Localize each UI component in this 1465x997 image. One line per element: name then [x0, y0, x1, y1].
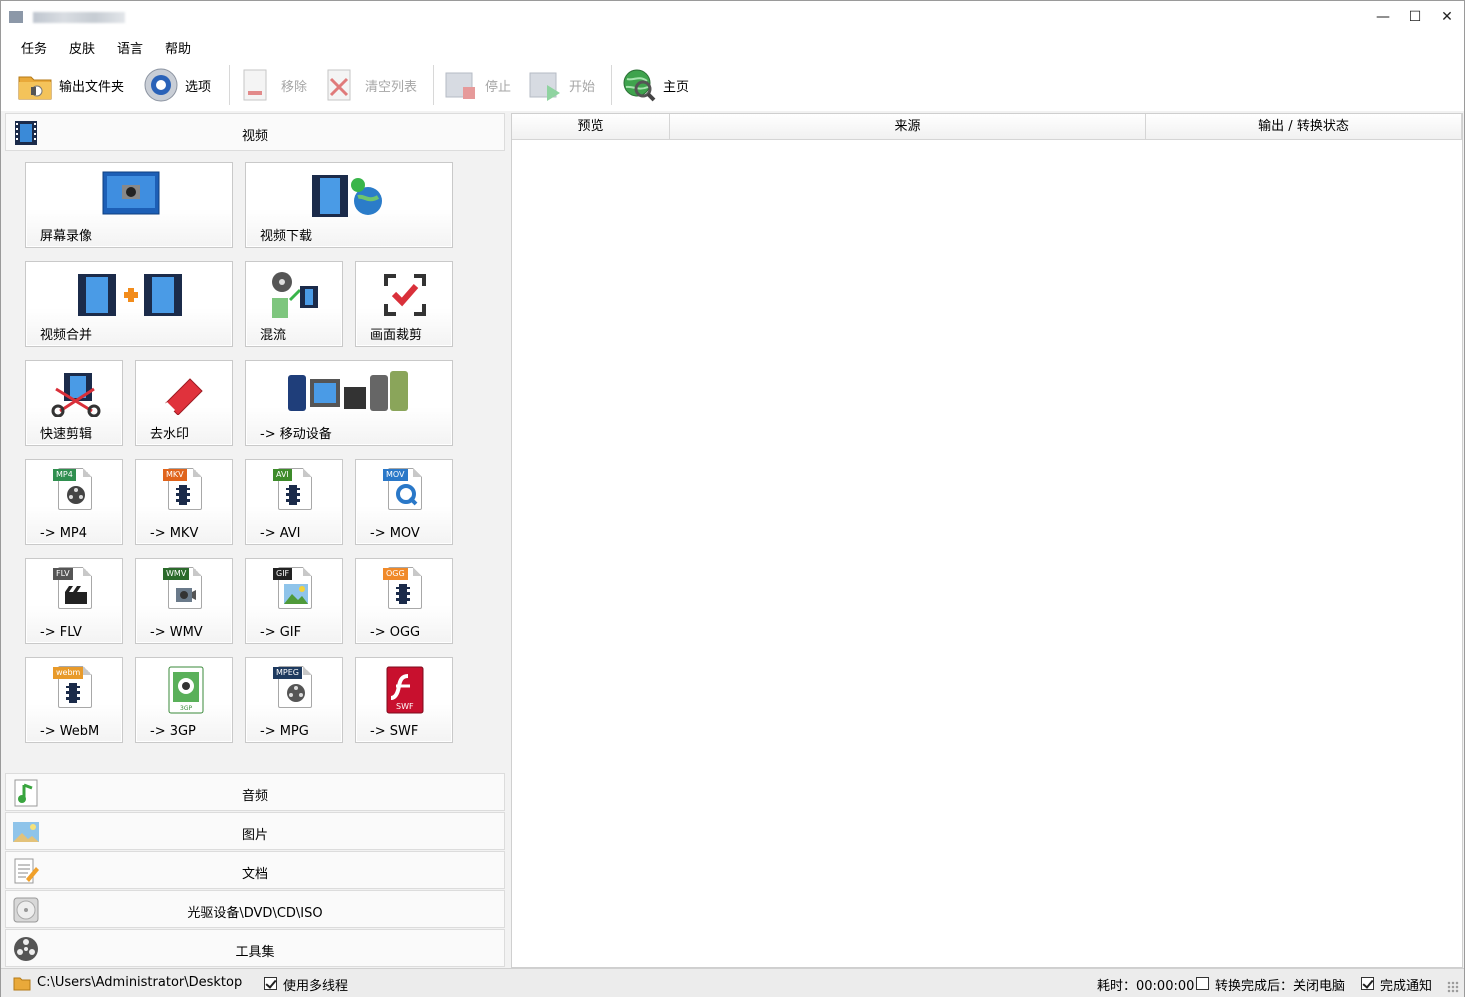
category-image[interactable]: 图片	[5, 812, 505, 850]
gear-icon	[143, 67, 179, 103]
toolbar-separator	[611, 65, 612, 105]
clear-list-button[interactable]: 清空列表	[323, 65, 417, 105]
wmv-tile[interactable]: WMV -> WMV	[135, 558, 233, 644]
home-button[interactable]: 主页	[621, 65, 689, 105]
options-button[interactable]: 选项	[143, 65, 211, 105]
notify-label: 完成通知	[1380, 979, 1433, 994]
stop-button[interactable]: 停止	[443, 65, 511, 105]
remove-watermark-tile[interactable]: 去水印	[135, 360, 233, 446]
menu-language[interactable]: 语言	[117, 38, 143, 57]
remove-button[interactable]: 移除	[239, 65, 307, 105]
svg-text:SWF: SWF	[396, 702, 414, 711]
stop-icon	[443, 67, 479, 103]
mov-tile[interactable]: MOV -> MOV	[355, 459, 453, 545]
app-window: — ☐ ✕ 任务 皮肤 语言 帮助 输出文件夹 选项 移除 清空列表 停止 开始…	[0, 0, 1465, 997]
mux-icon	[268, 270, 322, 324]
remove-icon	[239, 67, 275, 103]
notify-checkbox[interactable]	[1361, 977, 1374, 990]
video-download-tile[interactable]: 视频下载	[245, 162, 453, 248]
webm-file-icon: webm	[53, 666, 92, 708]
clear-icon	[323, 67, 359, 103]
menu-skin[interactable]: 皮肤	[69, 38, 95, 57]
mpg-tile[interactable]: MPEG -> MPG	[245, 657, 343, 743]
after-convert-checkbox[interactable]	[1196, 977, 1209, 990]
menu-task[interactable]: 任务	[21, 38, 47, 57]
menu-bar: 任务 皮肤 语言 帮助	[1, 33, 1464, 59]
screen-record-tile[interactable]: 屏幕录像	[25, 162, 233, 248]
category-video[interactable]: 视频	[5, 113, 505, 151]
video-tools-grid: 屏幕录像 视频下载 视频合并 混流 画面裁剪 快速剪辑 去水印 -> 移动设备 …	[5, 151, 505, 773]
app-icon	[9, 11, 23, 23]
folder-small-icon	[13, 975, 31, 995]
gif-file-icon: GIF	[273, 567, 312, 609]
category-document[interactable]: 文档	[5, 851, 505, 889]
avi-tile[interactable]: AVI -> AVI	[245, 459, 343, 545]
screen-record-icon	[102, 171, 160, 223]
mobile-devices-icon	[286, 369, 410, 419]
gif-tile[interactable]: GIF -> GIF	[245, 558, 343, 644]
swf-tile[interactable]: SWF -> SWF	[355, 657, 453, 743]
title-bar: — ☐ ✕	[1, 1, 1464, 33]
flv-tile[interactable]: FLV -> FLV	[25, 558, 123, 644]
output-folder-button[interactable]: 输出文件夹	[17, 65, 124, 105]
category-panel: 视频 屏幕录像 视频下载 视频合并 混流 画面裁剪 快速剪辑 去水印 -> 移动…	[5, 113, 505, 968]
start-icon	[527, 67, 563, 103]
category-tools[interactable]: 工具集	[5, 929, 505, 967]
ogg-tile[interactable]: OGG -> OGG	[355, 558, 453, 644]
swf-file-icon: SWF	[386, 666, 424, 718]
video-merge-tile[interactable]: 视频合并	[25, 261, 233, 347]
multithread-label: 使用多线程	[283, 979, 349, 994]
ogg-file-icon: OGG	[383, 567, 422, 609]
mpg-file-icon: MPEG	[273, 666, 312, 708]
column-header-preview[interactable]: 预览	[512, 114, 670, 140]
category-audio[interactable]: 音频	[5, 773, 505, 811]
crop-tile[interactable]: 画面裁剪	[355, 261, 453, 347]
status-bar: C:\Users\Administrator\Desktop 使用多线程 耗时：…	[1, 968, 1464, 997]
toolbar-separator	[229, 65, 230, 105]
mux-tile[interactable]: 混流	[245, 261, 343, 347]
column-header-output-status[interactable]: 输出 / 转换状态	[1146, 114, 1462, 140]
minimize-button[interactable]: —	[1369, 5, 1397, 29]
scissors-film-icon	[50, 371, 102, 421]
eraser-icon	[160, 373, 208, 419]
avi-file-icon: AVI	[273, 468, 312, 510]
category-disc[interactable]: 光驱设备\DVD\CD\ISO	[5, 890, 505, 928]
mov-file-icon: MOV	[383, 468, 422, 510]
folder-icon	[17, 67, 53, 103]
toolbar-separator	[433, 65, 434, 105]
crop-icon	[384, 274, 426, 320]
after-convert-label: 转换完成后：关闭电脑	[1215, 979, 1346, 994]
multithread-checkbox[interactable]	[264, 977, 277, 990]
start-button[interactable]: 开始	[527, 65, 595, 105]
resize-grip[interactable]	[1447, 981, 1459, 993]
mkv-file-icon: MKV	[163, 468, 202, 510]
maximize-button[interactable]: ☐	[1401, 5, 1429, 29]
quick-cut-tile[interactable]: 快速剪辑	[25, 360, 123, 446]
video-download-icon	[310, 173, 384, 223]
close-button[interactable]: ✕	[1433, 5, 1461, 29]
mp4-tile[interactable]: MP4 -> MP4	[25, 459, 123, 545]
menu-help[interactable]: 帮助	[165, 38, 191, 57]
flv-file-icon: FLV	[53, 567, 92, 609]
mkv-tile[interactable]: MKV -> MKV	[135, 459, 233, 545]
svg-text:3GP: 3GP	[180, 705, 192, 712]
column-header-source[interactable]: 来源	[670, 114, 1146, 140]
window-title	[33, 12, 125, 23]
webm-tile[interactable]: webm -> WebM	[25, 657, 123, 743]
elapsed-time: 耗时：00:00:00	[1097, 979, 1195, 994]
toolbar: 输出文件夹 选项 移除 清空列表 停止 开始 主页	[1, 59, 1464, 111]
wmv-file-icon: WMV	[163, 567, 202, 609]
mp4-file-icon: MP4	[53, 468, 92, 510]
video-merge-icon	[76, 272, 186, 322]
globe-search-icon	[621, 67, 657, 103]
output-path[interactable]: C:\Users\Administrator\Desktop	[37, 975, 242, 990]
mobile-device-tile[interactable]: -> 移动设备	[245, 360, 453, 446]
3gp-file-icon: 3GP	[168, 666, 204, 718]
task-list[interactable]: 预览 来源 输出 / 转换状态	[511, 113, 1463, 968]
3gp-tile[interactable]: 3GP -> 3GP	[135, 657, 233, 743]
